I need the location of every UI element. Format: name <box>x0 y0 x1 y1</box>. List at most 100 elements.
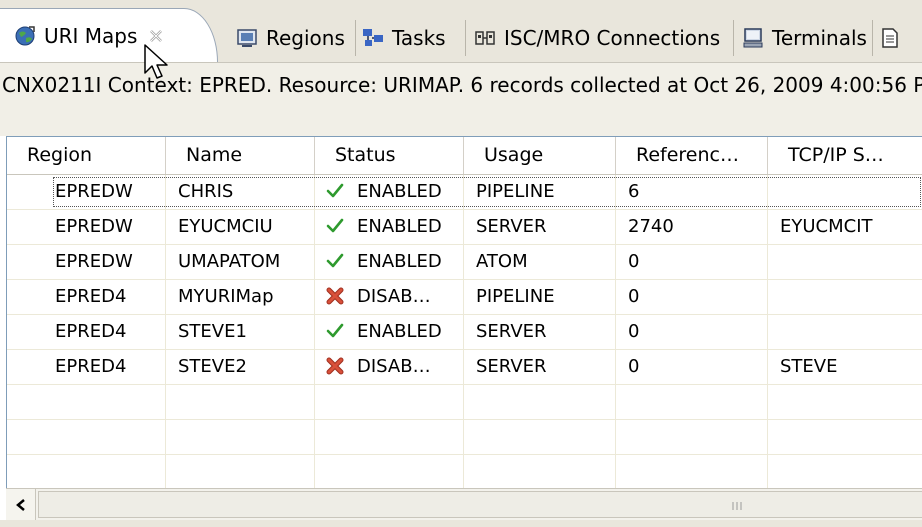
check-icon <box>325 321 345 341</box>
cell-name: MYURIMap <box>166 280 315 314</box>
cell-tcpip-service <box>768 420 922 454</box>
status-text: ENABLED <box>357 181 442 202</box>
cell-tcpip-service <box>768 315 922 349</box>
cell-references <box>616 420 768 454</box>
table-row[interactable]: EPRED4 MYURIMap DISAB… PIPELINE 0 <box>7 280 922 315</box>
terminal-icon <box>742 27 764 49</box>
cell-tcpip-service <box>768 455 922 488</box>
column-header-usage[interactable]: Usage <box>464 137 616 174</box>
cell-region: EPREDW <box>7 245 166 279</box>
x-icon <box>325 356 345 376</box>
cell-references: 0 <box>616 245 768 279</box>
x-icon <box>325 286 345 306</box>
check-icon <box>325 181 345 201</box>
table-row <box>7 385 922 420</box>
cell-tcpip-service <box>768 385 922 419</box>
cell-tcpip-service <box>768 245 922 279</box>
check-icon <box>325 251 345 271</box>
table-row[interactable]: EPREDW EYUCMCIU ENABLED SERVER 2740 EYUCMCIT <box>7 210 922 245</box>
grip-icon <box>732 502 742 510</box>
cell-region <box>7 455 166 488</box>
tab-terminals[interactable]: Terminals <box>742 14 867 62</box>
column-header-name[interactable]: Name <box>166 137 315 174</box>
close-icon[interactable] <box>147 27 165 45</box>
cell-references: 6 <box>616 175 768 209</box>
cell-references: 2740 <box>616 210 768 244</box>
cell-name: UMAPATOM <box>166 245 315 279</box>
cell-name <box>166 455 315 488</box>
cell-region <box>7 420 166 454</box>
cell-tcpip-service: STEVE <box>768 350 922 384</box>
tab-isc-mro-connections[interactable]: ISC/MRO Connections <box>474 14 720 62</box>
cell-name: STEVE2 <box>166 350 315 384</box>
table-row[interactable]: EPRED4 STEVE1 ENABLED SERVER 0 <box>7 315 922 350</box>
uri-maps-table: Region Name Status Usage Referenc… TCP/I… <box>6 136 922 488</box>
cell-references <box>616 385 768 419</box>
status-text: ENABLED <box>357 251 442 272</box>
tab-label: Regions <box>266 26 345 50</box>
cell-references: 0 <box>616 280 768 314</box>
cell-name <box>166 385 315 419</box>
cell-usage: SERVER <box>464 315 616 349</box>
table-row <box>7 420 922 455</box>
cell-status <box>315 385 464 419</box>
table-row <box>7 455 922 488</box>
cell-status: ENABLED <box>315 315 464 349</box>
table-row[interactable]: EPREDW CHRIS ENABLED PIPELINE 6 <box>7 175 922 210</box>
toolbar-gap <box>0 108 922 136</box>
column-header-tcpip-service[interactable]: TCP/IP S… <box>768 137 922 174</box>
tab-uri-maps[interactable]: URI Maps <box>0 8 218 62</box>
cell-references: 0 <box>616 350 768 384</box>
scroll-thumb[interactable] <box>38 491 922 518</box>
tab-separator <box>355 20 356 56</box>
regions-icon <box>236 27 258 49</box>
tab-separator <box>733 20 734 56</box>
cell-name: STEVE1 <box>166 315 315 349</box>
cell-status: DISAB… <box>315 350 464 384</box>
cell-usage: SERVER <box>464 210 616 244</box>
chevron-left-icon <box>15 498 25 511</box>
tab-label: ISC/MRO Connections <box>504 26 721 50</box>
cell-usage <box>464 385 616 419</box>
cell-region: EPRED4 <box>7 350 166 384</box>
tab-overflow[interactable] <box>879 14 909 62</box>
cell-region: EPREDW <box>7 175 166 209</box>
column-header-region[interactable]: Region <box>7 137 166 174</box>
cell-references <box>616 455 768 488</box>
cell-region <box>7 385 166 419</box>
cell-region: EPREDW <box>7 210 166 244</box>
tab-label: URI Maps <box>44 23 138 48</box>
column-header-status[interactable]: Status <box>315 137 464 174</box>
table-body: EPREDW CHRIS ENABLED PIPELINE 6 EPREDW EYUCMCI… <box>7 175 922 488</box>
cell-usage: PIPELINE <box>464 175 616 209</box>
globe-icon <box>14 25 36 47</box>
cell-tcpip-service <box>768 280 922 314</box>
scroll-left-button[interactable] <box>6 489 36 520</box>
horizontal-scrollbar[interactable] <box>6 488 922 520</box>
cell-tcpip-service: EYUCMCIT <box>768 210 922 244</box>
table-row[interactable]: EPREDW UMAPATOM ENABLED ATOM 0 <box>7 245 922 280</box>
cell-region: EPRED4 <box>7 280 166 314</box>
cell-name: EYUCMCIU <box>166 210 315 244</box>
table-row[interactable]: EPRED4 STEVE2 DISAB… SERVER 0 STEVE <box>7 350 922 385</box>
status-text: DISAB… <box>357 356 431 377</box>
tab-regions[interactable]: Regions <box>236 14 345 62</box>
status-text: ENABLED <box>357 321 442 342</box>
cell-status <box>315 455 464 488</box>
tab-separator <box>872 20 873 56</box>
cell-status: ENABLED <box>315 210 464 244</box>
mouse-cursor-icon <box>143 44 169 82</box>
cell-name: CHRIS <box>166 175 315 209</box>
column-header-references[interactable]: Referenc… <box>616 137 768 174</box>
cell-usage: ATOM <box>464 245 616 279</box>
cell-tcpip-service <box>768 175 922 209</box>
tab-label: Tasks <box>392 26 446 50</box>
cell-status <box>315 420 464 454</box>
tab-tasks[interactable]: Tasks <box>362 14 446 62</box>
cell-usage <box>464 455 616 488</box>
table-header: Region Name Status Usage Referenc… TCP/I… <box>7 137 922 175</box>
status-text: DISAB… <box>357 286 431 307</box>
cell-name <box>166 420 315 454</box>
cell-region: EPRED4 <box>7 315 166 349</box>
tab-label: Terminals <box>772 26 867 50</box>
